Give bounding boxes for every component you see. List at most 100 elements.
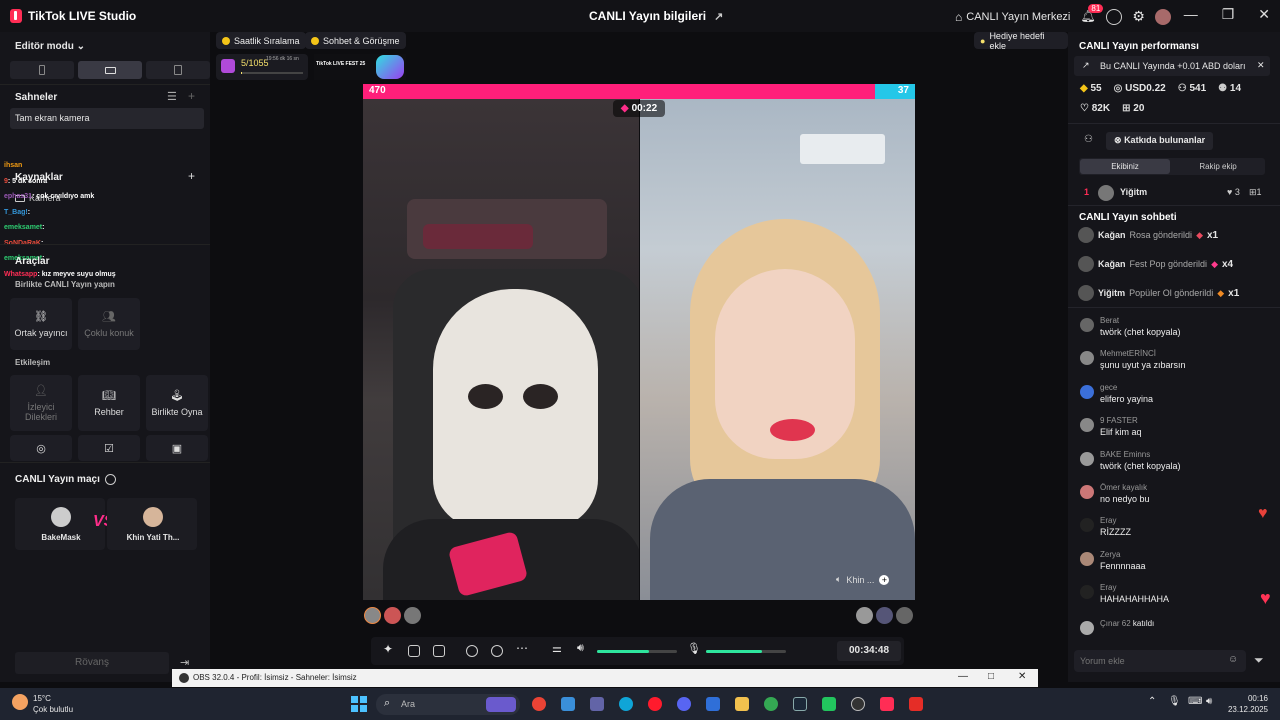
hourly-ranking-pill[interactable]: Saatlik Sıralama (216, 32, 306, 49)
effects-icon[interactable] (491, 645, 503, 657)
scene-item[interactable]: Tam ekran kamera (10, 108, 204, 129)
chat-message[interactable]: Eray RİZZZZ (1080, 516, 1270, 542)
speaker-icon[interactable]: 🔈︎ (836, 574, 841, 585)
chevron-down-icon[interactable]: ⌄ (77, 41, 85, 52)
clock[interactable]: 00:16 23.12.2025 (1226, 693, 1268, 715)
taskbar-search[interactable]: ⌕ Ara (376, 694, 520, 715)
close-icon[interactable]: ✕ (1257, 60, 1265, 71)
more-icon[interactable]: ⋯ (516, 641, 528, 655)
chat-message[interactable]: BAKE Eminns twörk (chet kopyala) (1080, 450, 1270, 476)
avatar[interactable] (876, 607, 893, 624)
teams-icon[interactable] (590, 697, 604, 711)
player2-card[interactable]: Khin Yati Th... (107, 498, 197, 550)
notification-button[interactable]: 🔔︎ 81 (1080, 3, 1104, 25)
landscape-layout-button[interactable] (78, 61, 142, 79)
chat-call-label[interactable]: Sohbet & Görüşme (323, 36, 400, 46)
gift-goal-pill[interactable]: ● Hediye hedefi ekle (974, 31, 1068, 51)
help-icon[interactable] (1106, 8, 1123, 25)
rematch-button[interactable]: Rövanş (15, 652, 169, 674)
share-icon[interactable]: ↗ (714, 10, 723, 23)
minimize-button[interactable]: — (958, 671, 968, 682)
mail-icon[interactable] (706, 697, 720, 711)
volume-icon[interactable]: 🔊︎ (1206, 696, 1212, 707)
screen-share-icon[interactable] (408, 645, 420, 657)
tab-rival-team[interactable]: Rakip ekip (1172, 159, 1264, 174)
chat-message[interactable]: Berat twörk (chet kopyala) (1080, 316, 1270, 342)
player1-card[interactable]: BakeMask (15, 498, 105, 550)
avatar[interactable] (404, 607, 421, 624)
folder-icon[interactable] (735, 697, 749, 711)
add-icon[interactable]: + (879, 574, 890, 585)
chat-message[interactable]: Zerya Fennnnaaa (1080, 550, 1270, 576)
multiguest-button[interactable]: 👥︎ Çoklu konuk (78, 298, 140, 350)
chrome-icon[interactable] (532, 697, 546, 711)
dual-layout-button[interactable] (146, 61, 210, 79)
play-together-button[interactable]: 🕹︎ Birlikte Oyna (146, 375, 208, 431)
viewer-requests-button[interactable]: 👤︎ İzleyici Dilekleri (10, 375, 72, 431)
layout-icon[interactable] (433, 645, 445, 657)
chrome-alt-icon[interactable] (764, 697, 778, 711)
maximize-button[interactable]: □ (988, 671, 994, 682)
editor-mode-label[interactable]: Editör modu (15, 41, 74, 52)
hourly-ranking-label[interactable]: Saatlik Sıralama (234, 36, 300, 46)
user-settings-icon[interactable]: ⚇ (1084, 134, 1093, 145)
comment-input-box[interactable]: ☺ (1074, 650, 1246, 672)
live-info-title[interactable]: CANLI Yayın bilgileri ↗ (589, 9, 723, 23)
contributor-row[interactable]: 1 Yiğitm ♥ 3 ⊞1 (1084, 185, 1264, 201)
youtube-icon[interactable] (909, 697, 923, 711)
record-icon[interactable] (466, 645, 478, 657)
gear-icon[interactable]: ⚙ (1132, 8, 1145, 25)
editor-mode-dropdown[interactable]: Editör modu ⌄ (15, 41, 85, 52)
minimize-button[interactable]: — (1184, 6, 1198, 23)
speaker-icon[interactable]: 🔊︎ (577, 642, 589, 654)
tiktok-icon[interactable] (880, 697, 894, 711)
guide-button[interactable]: 📖︎ Rehber (78, 375, 140, 431)
contributors-button[interactable]: ⊗ Katkıda bulunanlar (1106, 132, 1214, 150)
filter-icon[interactable]: ⏷ (1254, 653, 1264, 668)
tool-more-3[interactable]: ▣ (146, 435, 208, 461)
sliders-icon[interactable]: ⚌ (552, 642, 564, 655)
network-icon[interactable]: ⌨ (1188, 696, 1202, 707)
add-scene-icon[interactable]: + (188, 89, 195, 103)
store-icon[interactable] (561, 697, 575, 711)
comment-input[interactable] (1080, 654, 1220, 668)
home-icon[interactable]: ⌂ (955, 10, 962, 24)
obs-icon[interactable] (851, 697, 865, 711)
add-source-icon[interactable]: + (188, 169, 195, 183)
nvidia-icon[interactable] (822, 697, 836, 711)
emoji-icon[interactable]: ☺ (1228, 654, 1238, 665)
chat-message[interactable]: Eray HAHAHAHHAHA (1080, 583, 1270, 609)
chat-message[interactable]: MehmetERİNCİ şunu uyut ya zıbarsın (1080, 349, 1270, 375)
avatar[interactable] (384, 607, 401, 624)
avatar[interactable] (364, 607, 381, 624)
chat-message[interactable]: Ömer kayalık no nedyo bu (1080, 483, 1270, 509)
chevron-up-icon[interactable]: ⌃ (1148, 696, 1156, 707)
contributors-label[interactable]: Katkıda bulunanlar (1124, 135, 1205, 145)
weather-widget[interactable]: 15°C Çok bulutlu (33, 693, 73, 715)
scene-item-label[interactable]: Tam ekran kamera (15, 113, 90, 123)
steam-icon[interactable] (793, 697, 807, 711)
help-icon[interactable] (104, 474, 116, 485)
tool-more-1[interactable]: ◎ (10, 435, 72, 461)
chat-call-pill[interactable]: Sohbet & Görüşme (305, 32, 406, 49)
portrait-layout-button[interactable] (10, 61, 74, 79)
speaker-volume-slider[interactable] (597, 650, 677, 653)
mic-volume-slider[interactable] (706, 650, 786, 653)
avatar[interactable] (896, 607, 913, 624)
gift-goal-label[interactable]: Hediye hedefi ekle (989, 31, 1062, 51)
avatar[interactable] (856, 607, 873, 624)
tab-our-team[interactable]: Ekibiniz (1080, 159, 1170, 174)
exit-icon[interactable]: ⇥ (180, 656, 189, 669)
mic-icon[interactable]: 🎙︎ (687, 642, 701, 655)
livefest-banner[interactable]: TikTok LIVE FEST 25 (314, 54, 406, 80)
edge-icon[interactable] (619, 697, 633, 711)
live-center-link[interactable]: CANLI Yayın Merkezi (966, 11, 1070, 23)
list-icon[interactable]: ☰ (167, 90, 177, 103)
chat-message[interactable]: gece elifero yayina (1080, 383, 1270, 409)
magic-wand-icon[interactable]: ✦ (383, 642, 395, 656)
weather-icon[interactable] (12, 694, 28, 710)
obs-window-bar[interactable]: OBS 32.0.4 - Profil: İsimsiz - Sahneler:… (172, 669, 1038, 687)
goal-progress-widget[interactable]: 5/1055 19:56 dk 16 sn (216, 54, 308, 80)
live-info-label[interactable]: CANLI Yayın bilgileri (589, 9, 706, 23)
discord-icon[interactable] (677, 697, 691, 711)
